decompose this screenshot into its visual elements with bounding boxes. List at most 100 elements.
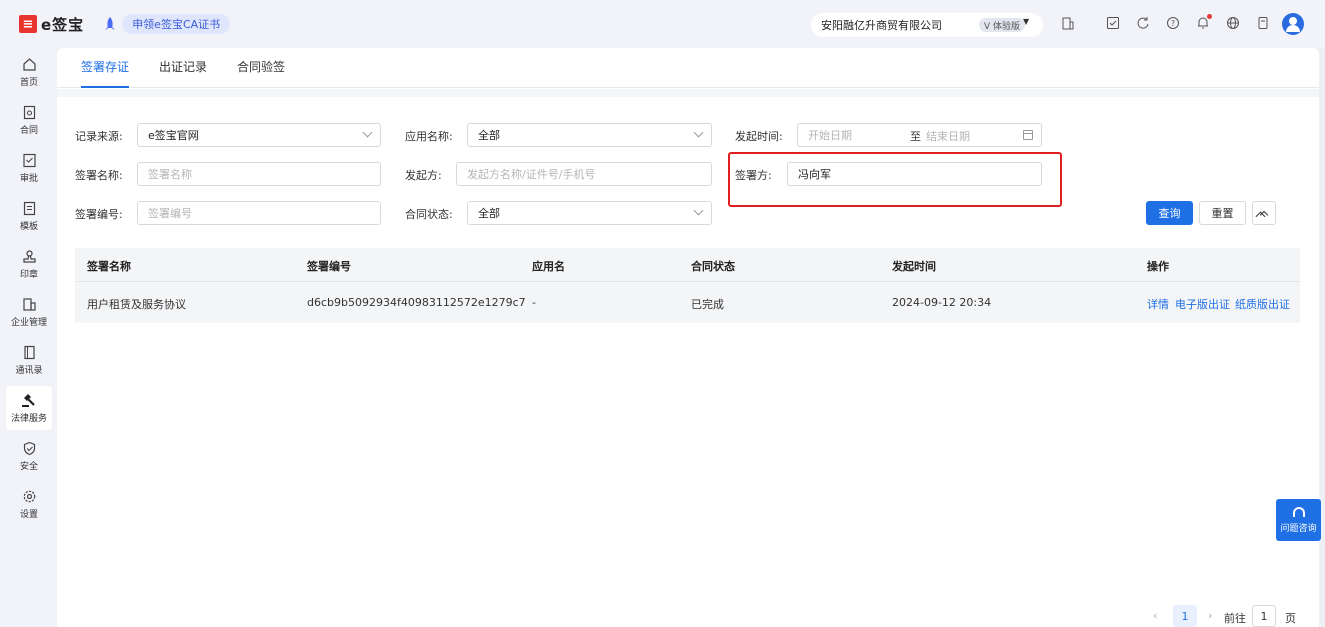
chevron-down-icon (693, 127, 704, 138)
logo[interactable]: ≡ e签宝 (19, 14, 84, 35)
initiator-label: 发起方: (405, 169, 442, 182)
sidebar-item-contacts[interactable]: 通讯录 (6, 338, 52, 382)
avatar[interactable] (1282, 13, 1304, 35)
column-header: 操作 (1147, 260, 1169, 273)
collapse-button[interactable] (1252, 201, 1276, 225)
sidebar-item-security[interactable]: 安全 (6, 434, 52, 478)
help-consult-label: 问题咨询 (1280, 523, 1317, 534)
cell-start-time: 2024-09-12 20:34 (892, 296, 992, 309)
logo-mark: ≡ (19, 15, 37, 33)
bell-icon[interactable] (1194, 14, 1212, 32)
column-header: 合同状态 (691, 260, 735, 273)
sidebar-label: 审批 (19, 174, 38, 184)
contract-status-label: 合同状态: (405, 208, 453, 221)
start-date-input[interactable]: 开始日期 (808, 127, 852, 143)
seal-icon (21, 248, 37, 264)
date-separator: 至 (910, 130, 921, 143)
sidebar-item-home[interactable]: 首页 (6, 50, 52, 94)
task-check-icon[interactable] (1104, 14, 1122, 32)
chevron-down-icon (693, 205, 704, 216)
table-row: 用户租赁及服务协议 d6cb9b5092934f40983112572e1279… (75, 281, 1300, 323)
cell-sign-number: d6cb9b5092934f40983112572e1279c7 (307, 296, 526, 309)
edition-tag: V 体验版 (979, 18, 1026, 32)
sidebar-item-approval[interactable]: 审批 (6, 146, 52, 190)
tab-bar: 签署存证 出证记录 合同验签 (57, 48, 1319, 88)
table-header: 签署名称 签署编号 应用名 合同状态 发起时间 操作 (75, 248, 1300, 281)
top-bar: ≡ e签宝 申领e签宝CA证书 (0, 0, 1325, 48)
avatar-head (1289, 17, 1297, 25)
chevron-down-icon (362, 127, 373, 138)
goto-page-input[interactable]: 1 (1252, 605, 1276, 627)
query-button[interactable]: 查询 (1146, 201, 1193, 225)
sidebar-label: 法律服务 (10, 414, 47, 424)
globe-icon[interactable] (1224, 14, 1242, 32)
source-select[interactable]: e签宝官网 (137, 123, 381, 147)
sidebar-label: 合同 (19, 126, 38, 136)
initiator-placeholder: 发起方名称/证件号/手机号 (467, 168, 596, 181)
sidebar-item-legal-service[interactable]: 法律服务 (6, 386, 52, 430)
approval-icon (21, 152, 37, 168)
electronic-certificate-link[interactable]: 电子版出证 (1175, 296, 1230, 312)
start-time-label: 发起时间: (735, 130, 783, 143)
details-link[interactable]: 详情 (1147, 296, 1169, 312)
tab-contract-verify[interactable]: 合同验签 (237, 48, 285, 88)
tab-certificate-records[interactable]: 出证记录 (159, 48, 207, 88)
contract-status-value: 全部 (478, 207, 500, 220)
column-header: 应用名 (532, 260, 565, 273)
headset-icon (1292, 506, 1305, 517)
cell-app-name: - (532, 296, 536, 309)
initiator-input[interactable]: 发起方名称/证件号/手机号 (456, 162, 712, 186)
main-panel: 签署存证 出证记录 合同验签 记录来源: e签宝官网 应用名称: 全部 发起时间… (57, 48, 1319, 627)
page-number-current[interactable]: 1 (1173, 605, 1197, 627)
sidebar: 首页 合同 审批 模板 印章 企业管理 通讯录 法律服务 安全 设置 (0, 48, 57, 627)
chevron-up-icon (1259, 210, 1269, 219)
column-header: 签署名称 (87, 260, 131, 273)
help-circle-icon[interactable]: ? (1164, 14, 1182, 32)
sidebar-label: 印章 (19, 270, 38, 280)
rocket-icon (102, 15, 118, 33)
sign-number-input[interactable]: 签署编号 (137, 201, 381, 225)
caret-down-icon: ▼ (1023, 17, 1030, 26)
company-switcher[interactable]: 安阳融亿升商贸有限公司 V 体验版 ▼ (811, 13, 1043, 37)
end-date-input[interactable]: 结束日期 (926, 128, 970, 144)
date-range-picker[interactable]: 开始日期 至 结束日期 (797, 123, 1042, 147)
source-label: 记录来源: (75, 130, 123, 143)
sign-name-placeholder: 签署名称 (148, 168, 192, 181)
contract-icon (21, 104, 37, 120)
calculator-icon[interactable] (1254, 14, 1272, 32)
avatar-body (1286, 25, 1300, 32)
sidebar-label: 企业管理 (10, 318, 47, 328)
sidebar-label: 安全 (19, 462, 38, 472)
column-header: 签署编号 (307, 260, 351, 273)
sidebar-item-template[interactable]: 模板 (6, 194, 52, 238)
template-icon (21, 200, 37, 216)
goto-label: 前往 (1224, 612, 1246, 625)
app-name-label: 应用名称: (405, 130, 453, 143)
help-consult-button[interactable]: 问题咨询 (1276, 499, 1321, 541)
app-name-select[interactable]: 全部 (467, 123, 712, 147)
sign-name-label: 签署名称: (75, 169, 123, 182)
sidebar-item-seal[interactable]: 印章 (6, 242, 52, 286)
sidebar-item-settings[interactable]: 设置 (6, 482, 52, 526)
app-name-value: 全部 (478, 129, 500, 142)
sidebar-item-enterprise[interactable]: 企业管理 (6, 290, 52, 334)
reset-button[interactable]: 重置 (1199, 201, 1246, 225)
sidebar-label: 通讯录 (15, 366, 43, 376)
next-page-icon[interactable]: › (1208, 609, 1212, 622)
ca-certificate-link[interactable]: 申领e签宝CA证书 (102, 14, 231, 34)
shield-icon (21, 440, 37, 456)
company-name: 安阳融亿升商贸有限公司 (821, 19, 942, 32)
gavel-icon (21, 392, 37, 408)
page-unit-label: 页 (1285, 612, 1296, 625)
sign-name-input[interactable]: 签署名称 (137, 162, 381, 186)
sidebar-item-contract[interactable]: 合同 (6, 98, 52, 142)
paper-certificate-link[interactable]: 纸质版出证 (1235, 296, 1290, 312)
building-icon[interactable] (1059, 14, 1077, 32)
contract-status-select[interactable]: 全部 (467, 201, 712, 225)
refresh-icon[interactable] (1134, 14, 1152, 32)
prev-page-icon[interactable]: ‹ (1153, 609, 1157, 622)
sidebar-label: 模板 (19, 222, 38, 232)
tab-sign-evidence[interactable]: 签署存证 (81, 48, 130, 88)
cell-status: 已完成 (691, 298, 724, 311)
ca-certificate-label: 申领e签宝CA证书 (122, 14, 231, 34)
